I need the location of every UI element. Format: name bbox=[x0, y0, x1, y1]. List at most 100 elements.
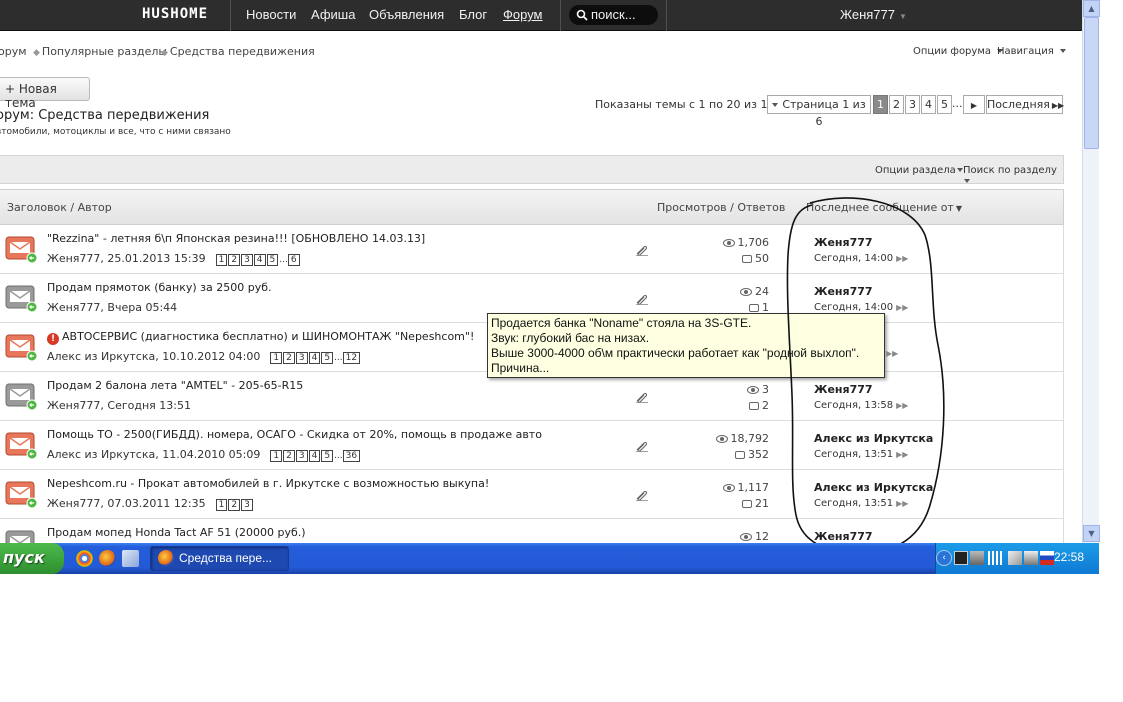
taskbar-window-firefox[interactable]: Средства пере... bbox=[150, 546, 289, 571]
eye-icon bbox=[722, 239, 735, 247]
last-post-author[interactable]: Женя777 bbox=[814, 236, 873, 249]
topic-author-date: Алекс из Иркутска, 11.04.2010 05:09 1 2 3 4 5… bbox=[47, 448, 361, 462]
column-views-replies[interactable]: Просмотров / Ответов bbox=[657, 201, 785, 214]
topic-page-link[interactable]: 5 bbox=[321, 450, 334, 462]
page-button-1[interactable]: 1 bbox=[873, 95, 888, 114]
go-to-last-post-icon[interactable]: ▶▶ bbox=[886, 349, 898, 358]
breadcrumb-vehicles[interactable]: ◆ Средства передвижения bbox=[161, 45, 315, 58]
topic-row[interactable]: Помощь ТО - 2500(ГИБДД). номера, ОСАГО -… bbox=[0, 421, 1064, 470]
nav-link-afisha[interactable]: Афиша bbox=[311, 7, 355, 22]
topic-page-link[interactable]: 12 bbox=[342, 352, 361, 364]
hot-topic-envelope-icon bbox=[5, 481, 38, 509]
breadcrumb-popular[interactable]: ◆ Популярные разделы bbox=[33, 45, 167, 58]
last-page-button[interactable]: Последняя ▶▶ bbox=[986, 95, 1064, 114]
page-button-4[interactable]: 4 bbox=[921, 95, 936, 114]
topic-title-text: АВТОСЕРВИС (диагностика бесплатно) и ШИН… bbox=[62, 330, 475, 343]
language-flag-icon[interactable] bbox=[1040, 551, 1054, 565]
firefox-quicklaunch-icon[interactable] bbox=[99, 550, 116, 567]
topic-page-link[interactable]: 1 bbox=[215, 499, 228, 511]
nav-link-ads[interactable]: Объявления bbox=[369, 7, 444, 22]
scroll-up-arrow-icon[interactable]: ▲ bbox=[1083, 0, 1100, 17]
topic-page-link[interactable]: 2 bbox=[228, 499, 241, 511]
topic-row[interactable]: "Rezzina" - летняя б\п Японская резина!!… bbox=[0, 225, 1064, 274]
topic-page-link[interactable]: 2 bbox=[283, 352, 295, 364]
topic-page-link[interactable]: 5 bbox=[266, 254, 279, 266]
topic-page-links: 1 2 3 4 5... 36 bbox=[270, 448, 361, 462]
topic-row[interactable]: Продам 2 балона лета "AMTEL" - 205-65-R1… bbox=[0, 372, 1064, 421]
topic-replies-count: 21 bbox=[755, 497, 769, 510]
section-search-menu[interactable]: Поиск по разделу bbox=[963, 165, 1063, 187]
go-to-last-post-icon[interactable]: ▶▶ bbox=[896, 499, 908, 508]
topic-page-link[interactable]: 3 bbox=[295, 450, 308, 462]
topic-page-link[interactable]: 5 bbox=[321, 352, 334, 364]
topic-page-link[interactable]: 1 bbox=[215, 254, 228, 266]
topic-page-link[interactable]: 6 bbox=[287, 254, 300, 266]
topic-views: 24 bbox=[699, 285, 769, 298]
topic-views: 18,792 bbox=[699, 432, 769, 445]
topic-row[interactable]: Nepeshcom.ru - Прокат автомобилей в г. И… bbox=[0, 470, 1064, 519]
page-button-2[interactable]: 2 bbox=[889, 95, 904, 114]
page-button-3[interactable]: 3 bbox=[905, 95, 920, 114]
eye-icon bbox=[740, 288, 752, 296]
scrollbar-thumb[interactable] bbox=[1084, 17, 1099, 149]
taskbar-clock: 22:58 bbox=[1054, 550, 1085, 564]
user-menu[interactable]: Женя777 ▼ bbox=[840, 7, 907, 22]
topic-title-link[interactable]: Продам 2 балона лета "AMTEL" - 205-65-R1… bbox=[47, 379, 303, 392]
topic-page-link[interactable]: 2 bbox=[283, 450, 295, 462]
go-to-last-post-icon[interactable]: ▶▶ bbox=[896, 401, 908, 410]
nav-link-forum[interactable]: Форум bbox=[503, 7, 543, 22]
next-page-button[interactable]: ▶ bbox=[963, 95, 985, 114]
nav-link-blog[interactable]: Блог bbox=[459, 7, 487, 22]
forum-options-menu[interactable]: Опции форума bbox=[913, 46, 1003, 57]
site-logo[interactable]: HUSHOME bbox=[142, 6, 208, 22]
navigation-label: Навигация bbox=[997, 46, 1054, 57]
topic-page-link[interactable]: 36 bbox=[342, 450, 361, 462]
vertical-scrollbar[interactable]: ▲ ▼ bbox=[1082, 0, 1100, 543]
search-input[interactable]: поиск... bbox=[569, 5, 658, 25]
nav-link-news[interactable]: Новости bbox=[246, 7, 296, 22]
topic-title-link[interactable]: Помощь ТО - 2500(ГИБДД). номера, ОСАГО -… bbox=[47, 428, 542, 441]
topic-page-link[interactable]: 4 bbox=[308, 450, 321, 462]
signal-icon[interactable] bbox=[988, 551, 1002, 565]
navigation-menu[interactable]: Навигация bbox=[997, 46, 1066, 57]
tray-expand-icon[interactable]: ‹ bbox=[936, 550, 952, 566]
topic-title-link[interactable]: "Rezzina" - летняя б\п Японская резина!!… bbox=[47, 232, 425, 245]
section-options-menu[interactable]: Опции раздела bbox=[875, 165, 963, 176]
chrome-quicklaunch-icon[interactable] bbox=[76, 550, 93, 567]
last-post-author[interactable]: Женя777 bbox=[814, 285, 873, 298]
topic-title-link[interactable]: Nepeshcom.ru - Прокат автомобилей в г. И… bbox=[47, 477, 489, 490]
new-topic-button[interactable]: + Новая тема bbox=[0, 77, 90, 110]
volume-icon[interactable] bbox=[1024, 551, 1038, 565]
page-jump-dropdown[interactable]: Страница 1 из 6 bbox=[767, 95, 871, 128]
topic-page-link[interactable]: 3 bbox=[241, 254, 253, 266]
topic-page-link[interactable]: 3 bbox=[241, 499, 253, 511]
topic-title-text: "Rezzina" - летняя б\п Японская резина!!… bbox=[47, 232, 426, 245]
page-button-5[interactable]: 5 bbox=[937, 95, 952, 114]
topic-title-text: Продам мопед Honda Tact AF 51 (20000 руб… bbox=[47, 526, 306, 539]
go-to-last-post-icon[interactable]: ▶▶ bbox=[896, 303, 908, 312]
topic-title-link[interactable]: Продам мопед Honda Tact AF 51 (20000 руб… bbox=[47, 526, 306, 539]
topic-title-link[interactable]: ! АВТОСЕРВИС (диагностика бесплатно) и ШИ… bbox=[47, 330, 474, 345]
go-to-last-post-icon[interactable]: ▶▶ bbox=[896, 254, 908, 263]
topic-page-link[interactable]: 1 bbox=[270, 352, 283, 364]
breadcrumb-forum[interactable]: орум bbox=[0, 45, 27, 58]
topic-title-link[interactable]: Продам прямоток (банку) за 2500 руб. bbox=[47, 281, 272, 294]
column-last-post[interactable]: Последнее сообщение от ▼ bbox=[806, 201, 962, 214]
last-post-author[interactable]: Женя777 bbox=[814, 530, 873, 543]
last-post-author[interactable]: Алекс из Иркутска bbox=[814, 481, 933, 494]
start-button[interactable]: пуск bbox=[0, 543, 64, 574]
notepad-quicklaunch-icon[interactable] bbox=[122, 550, 139, 567]
topic-page-link[interactable]: 4 bbox=[308, 352, 321, 364]
topic-page-link[interactable]: 1 bbox=[270, 450, 283, 462]
topic-page-link[interactable]: 4 bbox=[253, 254, 266, 266]
last-post-author[interactable]: Женя777 bbox=[814, 383, 873, 396]
column-title-author[interactable]: Заголовок / Автор bbox=[7, 201, 112, 214]
tray-app-icon[interactable] bbox=[954, 551, 968, 565]
network-icon[interactable] bbox=[970, 551, 984, 565]
topic-page-link[interactable]: 2 bbox=[228, 254, 241, 266]
topic-page-link[interactable]: 3 bbox=[295, 352, 308, 364]
go-to-last-post-icon[interactable]: ▶▶ bbox=[896, 450, 908, 459]
tools-icon[interactable] bbox=[1008, 551, 1022, 565]
scroll-down-arrow-icon[interactable]: ▼ bbox=[1083, 525, 1100, 542]
last-post-author[interactable]: Алекс из Иркутска bbox=[814, 432, 933, 445]
